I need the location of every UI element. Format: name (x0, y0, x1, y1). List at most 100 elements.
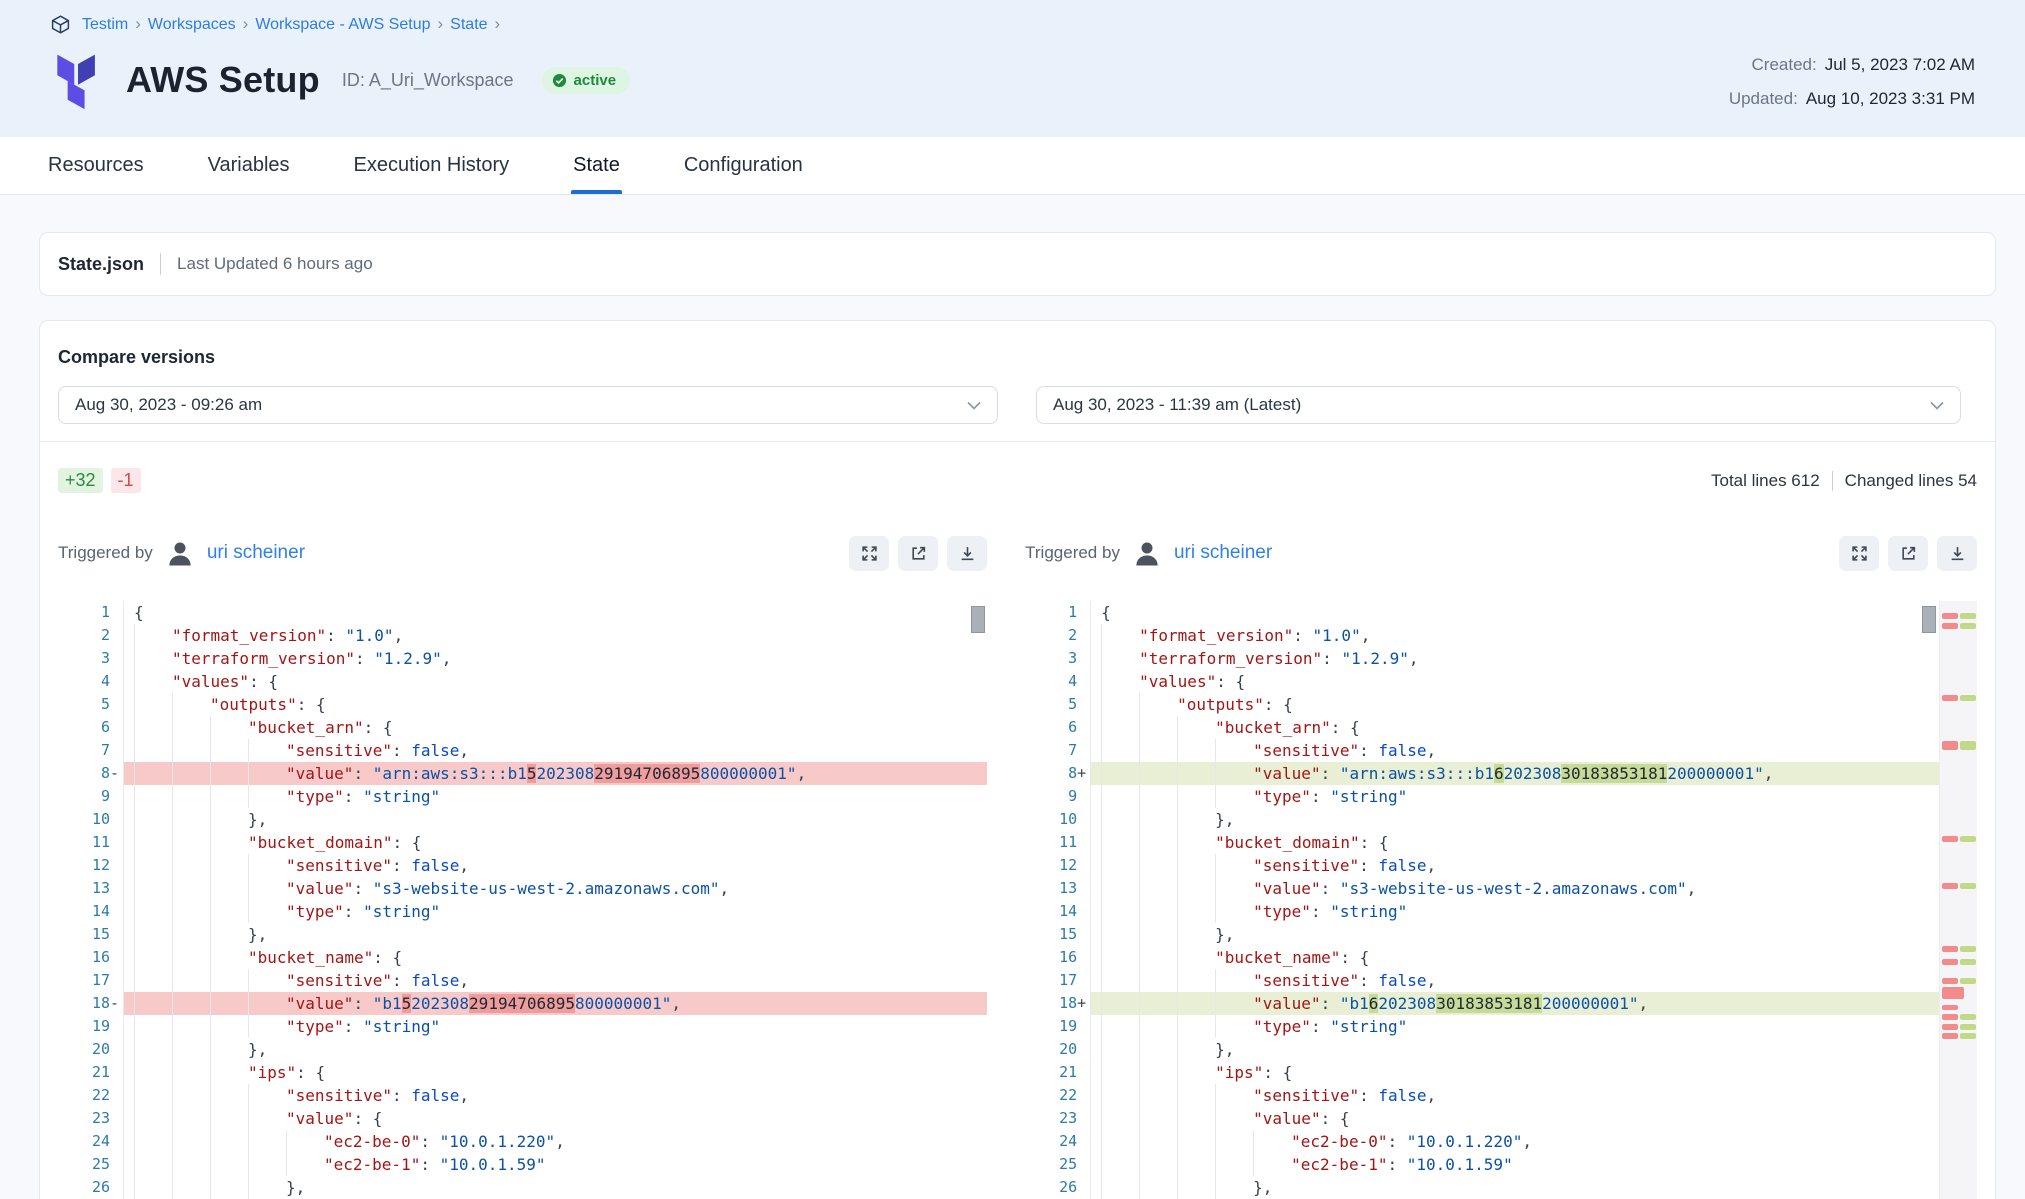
changed-lines-text: Changed lines 54 (1845, 471, 1977, 491)
version-select-right[interactable]: Aug 30, 2023 - 11:39 am (Latest) (1036, 386, 1961, 424)
ruler-added-mark (1960, 613, 1976, 619)
diff-marker (1077, 1061, 1090, 1084)
updated-value: Aug 10, 2023 3:31 PM (1806, 89, 1975, 108)
page-title: AWS Setup (126, 59, 320, 101)
diff-marker (110, 854, 123, 877)
tab-resources[interactable]: Resources (46, 137, 146, 194)
line-number: 20 (1025, 1038, 1091, 1061)
line-number: 7 (1025, 739, 1091, 762)
tab-variables[interactable]: Variables (206, 137, 292, 194)
total-lines-text: Total lines 612 (1711, 471, 1820, 491)
line-number: 16 (58, 946, 124, 969)
diff-marker (1077, 1038, 1090, 1061)
download-icon (959, 545, 976, 562)
code-text: "sensitive": false, (124, 739, 987, 762)
scrollbar-thumb[interactable] (971, 606, 985, 633)
expand-button[interactable] (849, 536, 889, 571)
ruler-removed-mark (1942, 613, 1958, 619)
diff-marker (1077, 969, 1090, 992)
open-in-new-tab-button[interactable] (898, 536, 938, 571)
code-line: 10}, (58, 808, 987, 831)
ruler-removed-mark (1942, 1024, 1958, 1030)
line-number: 19 (58, 1015, 124, 1038)
diff-panel-left: Triggered by uri scheiner (58, 533, 987, 1199)
user-avatar-icon (1132, 538, 1162, 568)
code-text: "ec2-be-1": "10.0.1.59" (124, 1153, 987, 1176)
diff-marker (110, 739, 123, 762)
scrollbar-thumb[interactable] (1922, 606, 1936, 633)
diff-marker (1077, 1176, 1090, 1199)
line-number: 18- (58, 992, 124, 1015)
tab-execution-history[interactable]: Execution History (352, 137, 512, 194)
diff-marker (110, 808, 123, 831)
compare-versions-card: Compare versions Aug 30, 2023 - 09:26 am… (39, 320, 1996, 1199)
line-number: 14 (1025, 900, 1091, 923)
code-text: "sensitive": false, (1091, 854, 1939, 877)
terraform-logo (50, 49, 106, 111)
line-number: 14 (58, 900, 124, 923)
code-line: 18+"value": "b16202308301838531812000000… (1025, 992, 1939, 1015)
user-link[interactable]: uri scheiner (207, 542, 305, 564)
code-line: 12"sensitive": false, (1025, 854, 1939, 877)
line-number: 8+ (1025, 762, 1091, 785)
page-header: Testim›Workspaces›Workspace - AWS Setup›… (0, 0, 2025, 137)
diff-marker (1077, 900, 1090, 923)
breadcrumb-separator-icon: › (243, 14, 249, 34)
code-text: "outputs": { (1091, 693, 1939, 716)
line-number: 12 (58, 854, 124, 877)
breadcrumb-link-testim[interactable]: Testim (82, 16, 128, 34)
divider (160, 253, 161, 275)
code-editor-left[interactable]: 1{2"format_version": "1.0",3"terraform_v… (58, 601, 987, 1199)
diff-marker (110, 693, 123, 716)
code-text: }, (124, 923, 987, 946)
code-line: 15}, (1025, 923, 1939, 946)
file-name: State.json (58, 254, 144, 275)
code-line: 25"ec2-be-1": "10.0.1.59" (58, 1153, 987, 1176)
tab-state[interactable]: State (571, 137, 622, 194)
ruler-added-mark (1960, 959, 1976, 965)
line-number: 3 (1025, 647, 1091, 670)
workspace-id: ID: A_Uri_Workspace (342, 70, 514, 91)
tab-configuration[interactable]: Configuration (682, 137, 805, 194)
user-link[interactable]: uri scheiner (1174, 542, 1272, 564)
open-in-new-tab-button[interactable] (1888, 536, 1928, 571)
diff-overview-ruler[interactable] (1939, 601, 1977, 1199)
line-number: 2 (58, 624, 124, 647)
code-text: "value": { (1091, 1107, 1939, 1130)
diff-marker (110, 831, 123, 854)
code-text: "outputs": { (124, 693, 987, 716)
diff-marker (110, 1015, 123, 1038)
download-button[interactable] (1937, 536, 1977, 571)
diff-marker (110, 946, 123, 969)
code-line: 24"ec2-be-0": "10.0.1.220", (58, 1130, 987, 1153)
diff-marker (110, 647, 123, 670)
code-editor-right[interactable]: 1{2"format_version": "1.0",3"terraform_v… (1025, 601, 1977, 1199)
diff-marker (110, 900, 123, 923)
breadcrumb-link-workspaces[interactable]: Workspaces (148, 16, 236, 34)
line-number: 13 (1025, 877, 1091, 900)
code-text: "ips": { (124, 1061, 987, 1084)
line-number: 15 (58, 923, 124, 946)
line-number: 17 (58, 969, 124, 992)
diff-marker (110, 716, 123, 739)
line-number: 9 (58, 785, 124, 808)
line-number: 17 (1025, 969, 1091, 992)
breadcrumb-link-workspace-aws-setup[interactable]: Workspace - AWS Setup (255, 16, 430, 34)
code-text: "values": { (1091, 670, 1939, 693)
download-button[interactable] (947, 536, 987, 571)
code-text: "sensitive": false, (1091, 969, 1939, 992)
main-content: State.json Last Updated 6 hours ago Comp… (0, 195, 2025, 1199)
code-line: 4"values": { (1025, 670, 1939, 693)
code-text: "type": "string" (1091, 900, 1939, 923)
line-number: 24 (1025, 1130, 1091, 1153)
code-line: 2"format_version": "1.0", (58, 624, 987, 647)
diff-marker (1077, 739, 1090, 762)
ruler-removed-mark (1942, 623, 1958, 629)
code-line: 16"bucket_name": { (1025, 946, 1939, 969)
expand-button[interactable] (1839, 536, 1879, 571)
breadcrumb-link-state[interactable]: State (450, 16, 487, 34)
code-line: 14"type": "string" (58, 900, 987, 923)
version-select-left[interactable]: Aug 30, 2023 - 09:26 am (58, 386, 998, 424)
code-text: "value": "s3-website-us-west-2.amazonaws… (124, 877, 987, 900)
line-number: 24 (58, 1130, 124, 1153)
